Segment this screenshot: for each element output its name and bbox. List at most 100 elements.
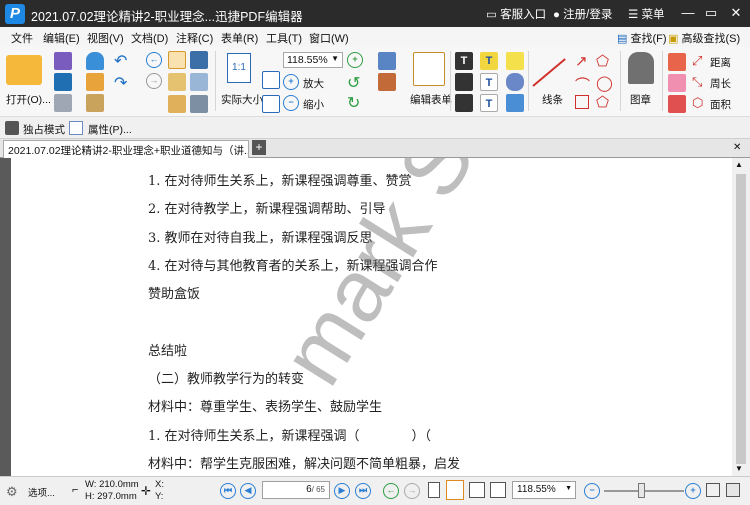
back-icon[interactable]: ← — [146, 52, 162, 68]
fit-width-icon[interactable] — [262, 95, 280, 113]
menu-edit[interactable]: 编辑(E) — [43, 30, 80, 46]
sound-icon[interactable] — [506, 94, 524, 112]
snapshot-icon[interactable] — [190, 51, 208, 69]
login-button[interactable]: ● 注册/登录 — [553, 6, 612, 22]
properties-button[interactable]: 属性(P)... — [88, 122, 132, 137]
document-tab[interactable]: 2021.07.02理论精讲2-职业理念+职业道德知与（讲..* — [3, 140, 249, 158]
history-forward-icon[interactable]: → — [404, 483, 420, 499]
menu-tools[interactable]: 工具(T) — [266, 30, 302, 46]
close-tab-icon[interactable]: ✕ — [733, 142, 741, 153]
stamp-icon[interactable] — [628, 52, 654, 84]
fit-icon[interactable] — [706, 483, 720, 497]
select-tool-icon[interactable] — [190, 73, 208, 91]
zoom-plus-green-icon[interactable]: + — [347, 52, 363, 68]
fullscreen-icon[interactable] — [726, 483, 740, 497]
history-back-icon[interactable]: ← — [383, 483, 399, 499]
zoom-slider-thumb[interactable] — [638, 483, 645, 498]
stamp-button[interactable]: 图章 — [630, 92, 651, 107]
zoom-in-button[interactable]: 放大 — [303, 76, 324, 91]
menu-document[interactable]: 文档(D) — [131, 30, 168, 46]
last-page-icon[interactable]: ⏭ — [355, 483, 371, 499]
document-viewport[interactable]: 1. 在对待师生关系上，新课程强调尊重、赞赏 2. 在对待教学上，新课程强调帮助… — [0, 158, 750, 476]
fit-page-icon[interactable] — [262, 71, 280, 89]
status-zoom-select[interactable]: 118.55% ▼ — [512, 481, 576, 499]
hand-tool-icon[interactable] — [168, 51, 186, 69]
edit-form-button[interactable]: 编辑表单 — [410, 92, 452, 107]
print-icon[interactable] — [54, 94, 72, 112]
menu-comment[interactable]: 注释(C) — [176, 30, 213, 46]
pentagon-tool-icon[interactable]: ⬠ — [596, 52, 609, 70]
zoom-out-button[interactable]: 缩小 — [303, 97, 324, 112]
polygon-tool-icon[interactable]: ⬠ — [596, 93, 609, 111]
vertical-scrollbar[interactable]: ▲ ▼ — [732, 158, 750, 476]
prev-page-icon[interactable]: ◀ — [240, 483, 256, 499]
menu-file[interactable]: 文件 — [11, 30, 33, 46]
exclusive-mode-button[interactable]: 独占模式 — [23, 122, 65, 137]
line-tool-icon[interactable] — [532, 58, 566, 87]
lines-button[interactable]: 线条 — [542, 92, 563, 107]
open-button[interactable]: 打开(O)... — [6, 92, 51, 107]
advanced-find-button[interactable]: ▣ 高级查找(S) — [668, 30, 740, 46]
eraser-icon[interactable] — [668, 74, 686, 92]
rotate-left-icon[interactable]: ↺ — [347, 73, 360, 93]
zoom-in-status-icon[interactable]: + — [685, 483, 701, 499]
pdf-page[interactable]: 1. 在对待师生关系上，新课程强调尊重、赞赏 2. 在对待教学上，新课程强调帮助… — [11, 158, 732, 476]
zoom-out-icon[interactable]: − — [283, 95, 299, 111]
typewriter-icon[interactable]: T — [480, 52, 498, 70]
edit-form-icon[interactable] — [413, 52, 445, 86]
text-field-icon[interactable] — [455, 73, 473, 91]
minimize-button[interactable]: — — [677, 3, 699, 23]
menu-window[interactable]: 窗口(W) — [309, 30, 349, 46]
page-number-input[interactable]: 6/ 65 — [262, 481, 330, 499]
continuous-page-icon[interactable] — [446, 480, 464, 500]
customer-service-button[interactable]: ▭ 客服入口 — [486, 6, 546, 22]
distance-button[interactable]: 距离 — [710, 55, 731, 70]
menu-button[interactable]: ☰ 菜单 — [628, 6, 665, 22]
first-page-icon[interactable]: ⏮ — [220, 483, 236, 499]
scroll-down-icon[interactable]: ▼ — [735, 464, 743, 473]
attach-icon[interactable] — [86, 94, 104, 112]
new-document-icon[interactable] — [54, 52, 72, 70]
forward-icon[interactable]: → — [146, 73, 162, 89]
arrow-tool-icon[interactable]: ↗ — [575, 52, 588, 70]
maximize-button[interactable]: ▭ — [700, 3, 722, 23]
pencil-icon[interactable] — [668, 53, 686, 71]
zoom-tool-icon[interactable] — [168, 95, 186, 113]
add-tab-button[interactable]: + — [252, 140, 266, 155]
undo-icon[interactable]: ↶ — [114, 51, 127, 71]
zoom-select[interactable]: 118.55% ▼ — [283, 52, 343, 68]
paperclip-icon[interactable] — [506, 73, 524, 91]
perimeter-button[interactable]: 周长 — [710, 76, 731, 91]
callout-icon[interactable] — [455, 94, 473, 112]
loupe-icon[interactable] — [190, 95, 208, 113]
folder-icon[interactable] — [6, 55, 42, 85]
actual-size-button[interactable]: 实际大小 — [221, 92, 263, 107]
ellipse-tool-icon[interactable]: ◯ — [596, 74, 613, 92]
scroll-up-icon[interactable]: ▲ — [735, 160, 743, 169]
rectangle-tool-icon[interactable] — [575, 95, 589, 109]
continuous-facing-icon[interactable] — [490, 482, 506, 498]
polyline-tool-icon[interactable]: ⌒ — [575, 74, 590, 95]
underline-icon[interactable]: T — [480, 94, 498, 112]
zoom-in-icon[interactable]: + — [283, 74, 299, 90]
edit-text-icon[interactable] — [378, 52, 396, 70]
area-button[interactable]: 面积 — [710, 97, 731, 112]
actual-size-icon[interactable]: 1:1 — [227, 53, 251, 83]
options-button[interactable]: 选项... — [28, 485, 55, 499]
strikeout-icon[interactable]: T — [480, 73, 498, 91]
note-icon[interactable] — [506, 52, 524, 70]
select-text-icon[interactable] — [168, 73, 186, 91]
facing-page-icon[interactable] — [469, 482, 485, 498]
next-page-icon[interactable]: ▶ — [334, 483, 350, 499]
redo-icon[interactable]: ↷ — [114, 73, 127, 93]
find-button[interactable]: ▤ 查找(F) — [617, 30, 667, 46]
close-button[interactable]: ✕ — [725, 3, 747, 23]
cloud-icon[interactable] — [86, 52, 104, 70]
save-icon[interactable] — [54, 73, 72, 91]
area-highlight-icon[interactable] — [668, 95, 686, 113]
text-box-icon[interactable]: T — [455, 52, 473, 70]
menu-form[interactable]: 表单(R) — [221, 30, 258, 46]
import-icon[interactable] — [86, 73, 104, 91]
zoom-out-status-icon[interactable]: − — [584, 483, 600, 499]
menu-view[interactable]: 视图(V) — [87, 30, 124, 46]
